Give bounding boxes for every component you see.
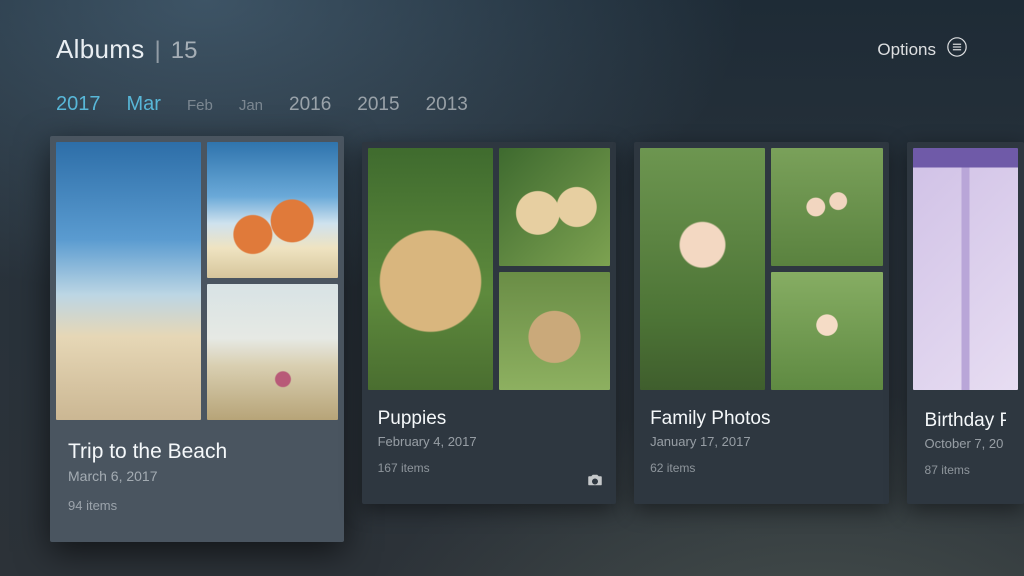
options-button[interactable]: Options: [877, 36, 968, 63]
album-thumb: [56, 142, 201, 420]
album-card-family-photos[interactable]: Family Photos January 17, 2017 62 items: [634, 142, 888, 504]
album-date: March 6, 2017: [68, 468, 326, 484]
album-thumb: [207, 142, 338, 278]
header: Albums | 15 Options: [0, 0, 1024, 65]
album-thumb: [771, 272, 882, 390]
page-title-group: Albums | 15: [56, 34, 197, 65]
album-thumb: [913, 148, 1018, 390]
album-thumbs: [50, 136, 344, 426]
album-card-puppies[interactable]: Puppies February 4, 2017 167 items: [362, 142, 616, 504]
album-title: Family Photos: [650, 408, 872, 430]
filter-year-2017[interactable]: 2017: [56, 93, 101, 116]
album-title: Birthday P: [925, 410, 1006, 432]
album-thumb: [640, 148, 765, 390]
album-thumb: [499, 272, 610, 390]
filter-year-2013[interactable]: 2013: [426, 94, 468, 116]
album-thumb: [771, 148, 882, 266]
album-meta: Birthday P October 7, 20 87 items: [907, 396, 1024, 504]
filter-month-jan[interactable]: Jan: [239, 97, 263, 114]
album-title: Puppies: [378, 408, 600, 430]
options-label: Options: [877, 40, 936, 60]
album-item-count: 94 items: [68, 498, 326, 513]
album-meta: Trip to the Beach March 6, 2017 94 items: [50, 426, 344, 542]
album-thumb: [207, 284, 338, 420]
album-meta: Puppies February 4, 2017 167 items: [362, 396, 616, 504]
album-thumb: [499, 148, 610, 266]
album-date: February 4, 2017: [378, 434, 600, 449]
album-count: 15: [171, 37, 198, 65]
album-card-birthday[interactable]: Birthday P October 7, 20 87 items: [907, 142, 1024, 504]
album-item-count: 167 items: [378, 461, 600, 475]
page-title: Albums: [56, 34, 145, 65]
album-thumbs: [362, 142, 616, 396]
album-thumbs: [907, 142, 1024, 396]
filter-month-mar[interactable]: Mar: [127, 93, 161, 116]
album-item-count: 62 items: [650, 461, 872, 475]
filter-year-2015[interactable]: 2015: [357, 94, 399, 116]
filter-month-feb[interactable]: Feb: [187, 97, 213, 114]
album-title: Trip to the Beach: [68, 440, 326, 464]
album-card-trip-to-the-beach[interactable]: Trip to the Beach March 6, 2017 94 items: [50, 136, 344, 542]
title-separator: |: [155, 37, 161, 65]
album-date: January 17, 2017: [650, 434, 872, 449]
hamburger-circle-icon: [946, 36, 968, 63]
albums-row[interactable]: Trip to the Beach March 6, 2017 94 items…: [0, 116, 1024, 542]
filter-year-2016[interactable]: 2016: [289, 94, 331, 116]
album-thumb: [368, 148, 493, 390]
camera-icon: [586, 471, 604, 494]
date-filter-bar: 2017 Mar Feb Jan 2016 2015 2013: [0, 65, 1024, 116]
album-date: October 7, 20: [925, 436, 1006, 451]
album-thumbs: [634, 142, 888, 396]
album-meta: Family Photos January 17, 2017 62 items: [634, 396, 888, 504]
album-item-count: 87 items: [925, 463, 1006, 477]
